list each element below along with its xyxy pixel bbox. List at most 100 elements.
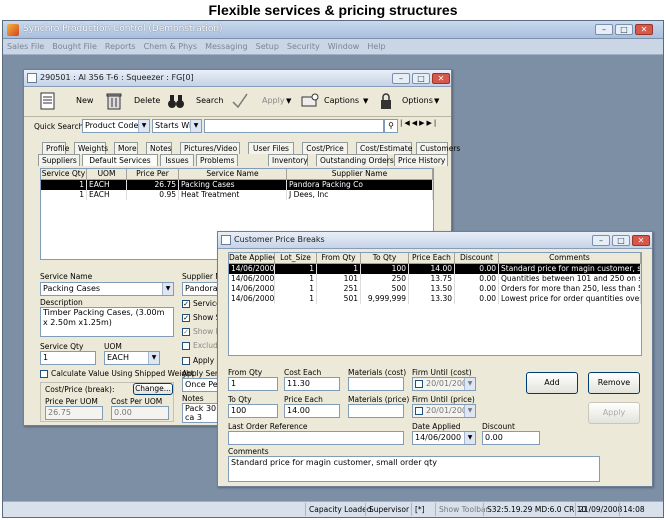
column-header[interactable]: UOM: [87, 169, 127, 180]
menu-chem-phys[interactable]: Chem & Phys: [140, 39, 202, 54]
firm-until-cost-picker[interactable]: 20/01/2009 ▼: [412, 377, 476, 391]
delete-button[interactable]: Delete: [134, 87, 160, 115]
materials-cost-input[interactable]: [348, 377, 404, 391]
checkbox[interactable]: [40, 370, 48, 378]
maximize-icon[interactable]: □: [412, 73, 430, 84]
table-row[interactable]: 1 EACH 26.75 Packing Cases Pandora Packi…: [41, 180, 433, 190]
menu-setup[interactable]: Setup: [252, 39, 283, 54]
column-header[interactable]: Lot_Size: [275, 253, 317, 264]
column-header[interactable]: To Qty: [361, 253, 409, 264]
new-button[interactable]: New: [76, 87, 93, 115]
service-qty-input[interactable]: 1: [40, 351, 96, 365]
option-row-1[interactable]: ✓ Service: [182, 299, 221, 308]
tab-inventory[interactable]: Inventory: [268, 154, 308, 166]
uom-select[interactable]: EACH ▼: [104, 351, 160, 365]
option-row-3[interactable]: ✓ Show D: [182, 327, 221, 336]
search-icon[interactable]: ⚲: [384, 119, 398, 133]
table-row[interactable]: 1 EACH 0.95 Heat Treatment J Dees, Inc: [41, 190, 433, 200]
column-header[interactable]: Service Name: [179, 169, 287, 180]
date-applied-picker[interactable]: 14/06/2000 ▼: [412, 431, 476, 445]
maximize-icon[interactable]: □: [615, 24, 633, 35]
tab-cost-price[interactable]: Cost/Price: [302, 142, 348, 154]
checkbox[interactable]: [182, 342, 190, 350]
column-header[interactable]: Comments: [499, 253, 641, 264]
table-row[interactable]: 14/06/2000 1 101 250 13.75 0.00 Quantiti…: [229, 274, 641, 284]
checkbox-checked[interactable]: ✓: [182, 300, 190, 308]
record-navigator[interactable]: |◀◀▶▶|: [400, 119, 448, 133]
minimize-icon[interactable]: –: [392, 73, 410, 84]
checkbox[interactable]: [415, 379, 423, 388]
price-per-uom-input[interactable]: 26.75: [45, 406, 103, 420]
checkbox[interactable]: [182, 357, 190, 365]
cost-each-input[interactable]: 11.30: [284, 377, 340, 391]
tab-issues[interactable]: Issues: [160, 154, 194, 166]
price-each-input[interactable]: 14.00: [284, 404, 340, 418]
column-header[interactable]: Supplier Name: [287, 169, 433, 180]
service-name-select[interactable]: Packing Cases ▼: [40, 282, 174, 296]
tab-price-history[interactable]: Price History: [394, 154, 448, 166]
calc-weight-option[interactable]: Calculate Value Using Shipped Weight: [40, 369, 194, 378]
options-button[interactable]: Options: [402, 87, 433, 115]
captions-button[interactable]: Captions: [324, 87, 359, 115]
checkbox-checked[interactable]: ✓: [182, 314, 190, 322]
minimize-icon[interactable]: –: [595, 24, 613, 35]
minimize-icon[interactable]: –: [592, 235, 610, 246]
to-qty-input[interactable]: 100: [228, 404, 278, 418]
checkbox-checked[interactable]: ✓: [182, 328, 190, 336]
from-qty-input[interactable]: 1: [228, 377, 278, 391]
options-dropdown-icon[interactable]: ▼: [434, 97, 439, 105]
column-header[interactable]: From Qty: [317, 253, 361, 264]
menu-bought-file[interactable]: Bought File: [48, 39, 101, 54]
description-field[interactable]: Timber Packing Cases, (3.00m x 2.50m x1.…: [40, 307, 174, 337]
change-button[interactable]: Change...: [133, 383, 173, 395]
menu-reports[interactable]: Reports: [101, 39, 140, 54]
column-header[interactable]: Price Per: [127, 169, 179, 180]
close-icon[interactable]: ✕: [432, 73, 450, 84]
table-row[interactable]: 14/06/2000 1 251 500 13.50 0.00 Orders f…: [229, 284, 641, 294]
tab-outstanding-orders[interactable]: Outstanding Orders: [316, 154, 394, 166]
quick-search-input[interactable]: [204, 119, 384, 133]
supplier-select[interactable]: Pandora P: [182, 282, 222, 296]
table-row[interactable]: 14/06/2000 1 501 9,999,999 13.30 0.00 Lo…: [229, 294, 641, 304]
column-header[interactable]: Discount: [455, 253, 499, 264]
add-button[interactable]: Add: [526, 372, 578, 394]
discount-input[interactable]: 0.00: [482, 431, 540, 445]
price-breaks-grid[interactable]: Date Applied Lot_Size From Qty To Qty Pr…: [228, 252, 642, 356]
search-button[interactable]: Search: [196, 87, 223, 115]
quick-search-mode-select[interactable]: Starts With ▼: [152, 119, 202, 133]
column-header[interactable]: Date Applied: [229, 253, 275, 264]
tab-more[interactable]: More: [114, 142, 138, 154]
comments-textarea[interactable]: Standard price for magin customer, small…: [228, 456, 600, 482]
apply-dropdown-icon[interactable]: ▼: [286, 97, 291, 105]
maximize-icon[interactable]: □: [612, 235, 630, 246]
tab-customers[interactable]: Customers: [416, 142, 460, 154]
tab-default-services[interactable]: Default Services: [82, 154, 158, 166]
tab-profile[interactable]: Profile: [42, 142, 69, 154]
remove-button[interactable]: Remove: [588, 372, 640, 394]
close-icon[interactable]: ✕: [635, 24, 653, 35]
checkbox[interactable]: [415, 406, 423, 415]
close-icon[interactable]: ✕: [632, 235, 650, 246]
captions-dropdown-icon[interactable]: ▼: [363, 97, 368, 105]
tab-suppliers[interactable]: Suppliers: [38, 154, 80, 166]
menu-window[interactable]: Window: [324, 39, 364, 54]
apply-service-select[interactable]: Once Per S: [182, 378, 222, 392]
menu-messaging[interactable]: Messaging: [201, 39, 252, 54]
tab-weights[interactable]: Weights: [74, 142, 108, 154]
menu-security[interactable]: Security: [283, 39, 324, 54]
notes-field[interactable]: Pack 30 ca 3 layers, 10: [182, 403, 222, 423]
tab-cost-estimate[interactable]: Cost/Estimate: [356, 142, 412, 154]
tab-user-files[interactable]: User Files: [248, 142, 294, 154]
menu-help[interactable]: Help: [363, 39, 389, 54]
menu-sales-file[interactable]: Sales File: [3, 39, 48, 54]
last-order-input[interactable]: [228, 431, 404, 445]
cost-per-uom-input[interactable]: 0.00: [111, 406, 169, 420]
tab-problems[interactable]: Problems: [196, 154, 238, 166]
column-header[interactable]: Price Each: [409, 253, 455, 264]
materials-price-input[interactable]: [348, 404, 404, 418]
table-row[interactable]: 14/06/2000 1 1 100 14.00 0.00 Standard p…: [229, 264, 641, 274]
column-header[interactable]: Service Qty: [41, 169, 87, 180]
quick-search-field-select[interactable]: Product Code ▼: [82, 119, 150, 133]
tab-pictures-video[interactable]: Pictures/Video: [180, 142, 240, 154]
firm-until-price-picker[interactable]: 20/01/2009 ▼: [412, 404, 476, 418]
